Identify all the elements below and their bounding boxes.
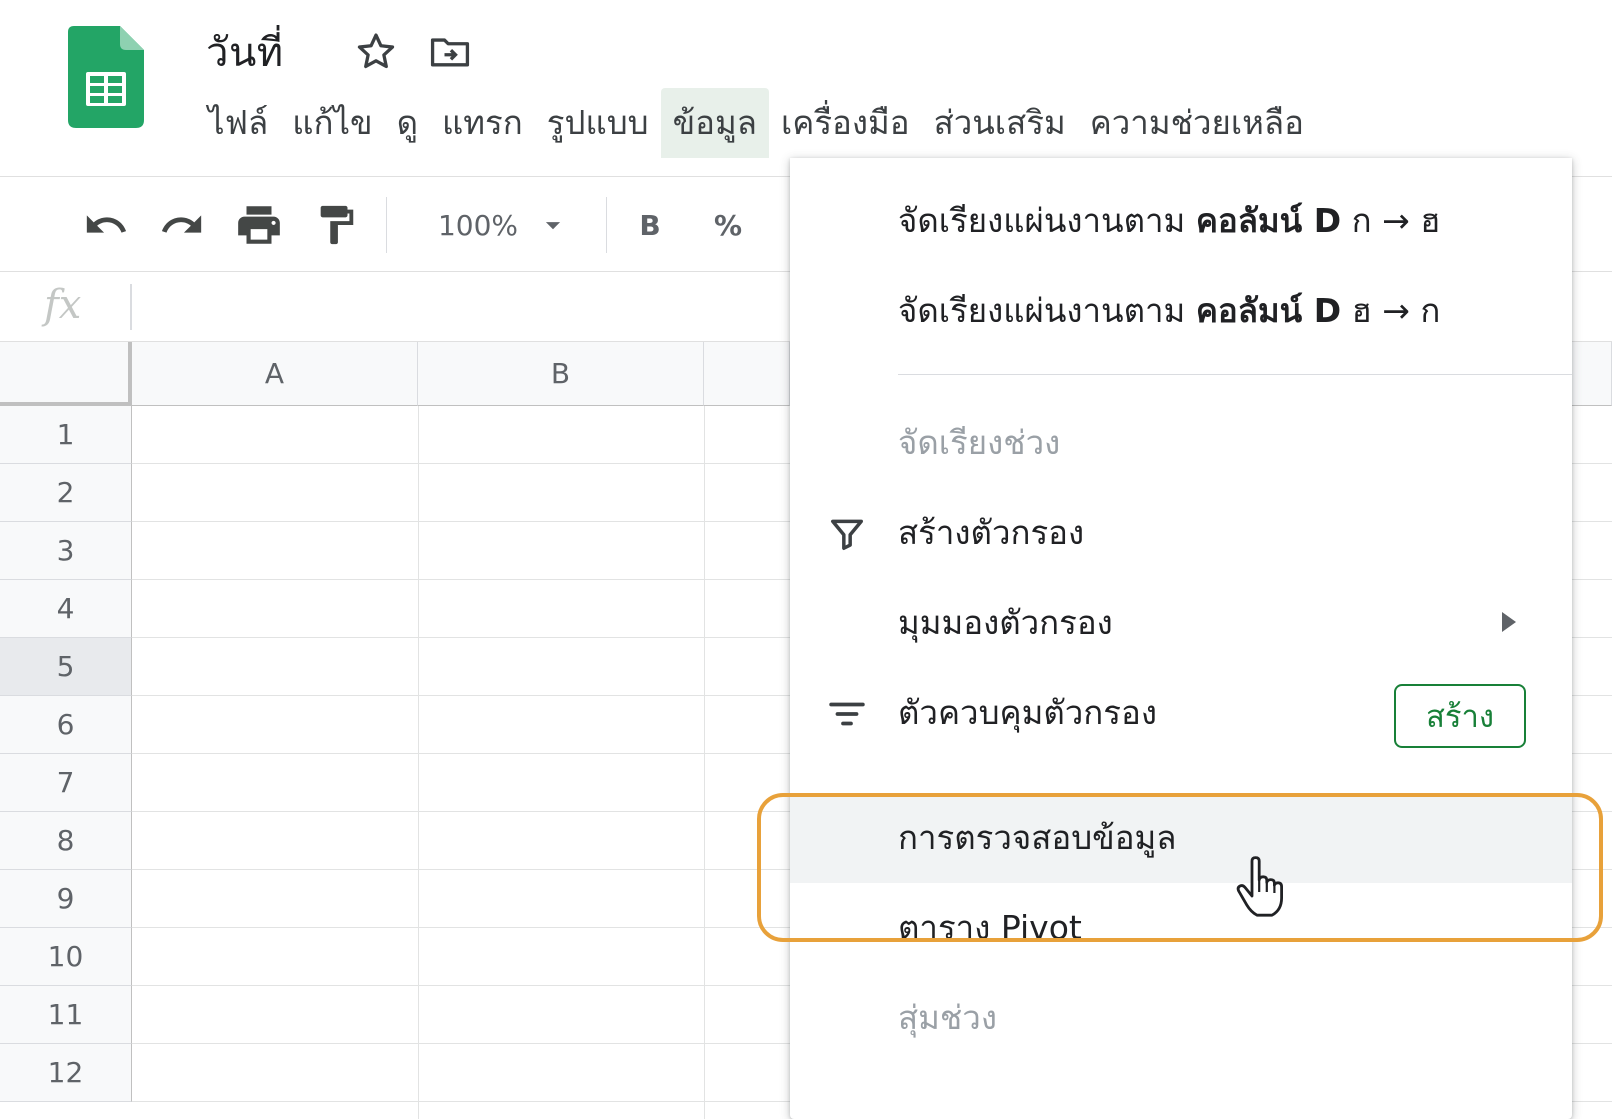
menu-edit[interactable]: แก้ไข <box>280 88 384 158</box>
hand-cursor-icon <box>1236 856 1283 917</box>
menu-insert[interactable]: แทรก <box>430 88 535 158</box>
slicer-label: ตัวควบคุมตัวกรอง <box>898 693 1157 732</box>
menu-addons[interactable]: ส่วนเสริม <box>922 88 1078 158</box>
menu-tools[interactable]: เครื่องมือ <box>769 88 922 158</box>
row-header[interactable]: 12 <box>0 1044 132 1102</box>
column-header-b[interactable]: B <box>418 342 704 406</box>
redo-icon <box>161 215 202 233</box>
filter-views-label: มุมมองตัวกรอง <box>898 603 1113 642</box>
column-header-c[interactable] <box>704 342 790 406</box>
percent-button[interactable]: % <box>708 177 748 273</box>
row-header[interactable]: 9 <box>0 870 132 928</box>
menu-data[interactable]: ข้อมูล <box>660 88 769 158</box>
column-header-next[interactable] <box>1572 342 1612 406</box>
pivot-table-item[interactable]: ตาราง Pivot <box>790 883 1572 973</box>
slicer-create-button[interactable]: สร้าง <box>1394 684 1526 748</box>
print-button[interactable] <box>230 177 288 273</box>
slicer-item[interactable]: ตัวควบคุมตัวกรอง สร้าง <box>790 668 1572 758</box>
column-gridline <box>418 406 419 1119</box>
row-header[interactable]: 1 <box>0 406 132 464</box>
row-header[interactable]: 3 <box>0 522 132 580</box>
sort-range-item: จัดเรียงช่วง <box>790 398 1572 488</box>
menu-help[interactable]: ความช่วยเหลือ <box>1078 88 1316 158</box>
menu-view[interactable]: ดู <box>385 88 430 158</box>
column-gridline <box>704 406 705 1119</box>
sort-sheet-a-z-item[interactable]: จัดเรียงแผ่นงานตาม คอลัมน์ D ก → ฮ <box>790 176 1572 266</box>
menu-file[interactable]: ไฟล์ <box>196 88 280 158</box>
paint-format-button[interactable] <box>308 177 364 273</box>
document-title[interactable]: วันที่ <box>206 20 284 84</box>
star-icon[interactable] <box>354 30 398 74</box>
zoom-select[interactable]: 100% <box>420 177 588 273</box>
redo-button[interactable] <box>154 177 210 273</box>
undo-icon <box>86 215 127 233</box>
row-header[interactable]: 2 <box>0 464 132 522</box>
row-header[interactable]: 11 <box>0 986 132 1044</box>
row-header[interactable]: 10 <box>0 928 132 986</box>
row-header[interactable]: 8 <box>0 812 132 870</box>
filter-icon <box>831 519 863 550</box>
row-header-selected[interactable]: 5 <box>0 638 132 696</box>
select-all-corner[interactable] <box>0 342 132 406</box>
sort-sheet-z-a-label: จัดเรียงแผ่นงานตาม คอลัมน์ D ฮ → ก <box>898 291 1441 330</box>
row-header[interactable]: 7 <box>0 754 132 812</box>
sort-sheet-z-a-item[interactable]: จัดเรียงแผ่นงานตาม คอลัมน์ D ฮ → ก <box>790 266 1572 356</box>
row-header[interactable]: 6 <box>0 696 132 754</box>
submenu-arrow-icon <box>1502 612 1516 632</box>
menu-divider <box>898 374 1572 375</box>
app-header: วันที่ ไฟล์ แก้ไข ดู แทรก รูปแบบ ข้อมูล … <box>0 0 1612 168</box>
randomize-range-item: สุ่มช่วง <box>790 973 1572 1063</box>
print-icon <box>238 206 280 244</box>
sort-range-label: จัดเรียงช่วง <box>898 423 1061 462</box>
create-filter-label: สร้างตัวกรอง <box>898 513 1085 552</box>
pivot-table-label: ตาราง Pivot <box>898 908 1082 947</box>
chevron-down-icon <box>545 222 561 230</box>
create-filter-item[interactable]: สร้างตัวกรอง <box>790 488 1572 578</box>
percent-label: % <box>713 208 743 242</box>
column-header-a[interactable]: A <box>132 342 418 406</box>
data-validation-label: การตรวจสอบข้อมูล <box>898 818 1177 857</box>
menu-format[interactable]: รูปแบบ <box>535 88 661 158</box>
paint-format-icon <box>320 205 354 245</box>
zoom-value: 100% <box>437 208 519 242</box>
formula-divider <box>130 284 132 330</box>
row-header[interactable]: 4 <box>0 580 132 638</box>
filter-views-item[interactable]: มุมมองตัวกรอง <box>790 578 1572 668</box>
formula-input[interactable] <box>140 280 760 334</box>
folder-move-icon[interactable] <box>428 30 472 74</box>
menu-bar: ไฟล์ แก้ไข ดู แทรก รูปแบบ ข้อมูล เครื่อง… <box>196 88 1316 158</box>
sort-sheet-a-z-label: จัดเรียงแผ่นงานตาม คอลัมน์ D ก → ฮ <box>898 201 1441 240</box>
bold-button[interactable]: B <box>630 177 670 273</box>
randomize-range-label: สุ่มช่วง <box>898 998 997 1037</box>
toolbar-divider <box>386 197 387 253</box>
bold-label: B <box>639 208 661 242</box>
fx-icon: fx <box>44 282 82 328</box>
sheets-logo-icon[interactable] <box>68 26 144 128</box>
spreadsheet-app: วันที่ ไฟล์ แก้ไข ดู แทรก รูปแบบ ข้อมูล … <box>0 0 1612 1119</box>
data-validation-item[interactable]: การตรวจสอบข้อมูล <box>790 793 1572 883</box>
slicer-icon <box>829 702 865 726</box>
data-menu-dropdown: จัดเรียงแผ่นงานตาม คอลัมน์ D ก → ฮ จัดเร… <box>790 158 1572 1119</box>
toolbar-divider <box>606 197 607 253</box>
undo-button[interactable] <box>78 177 134 273</box>
